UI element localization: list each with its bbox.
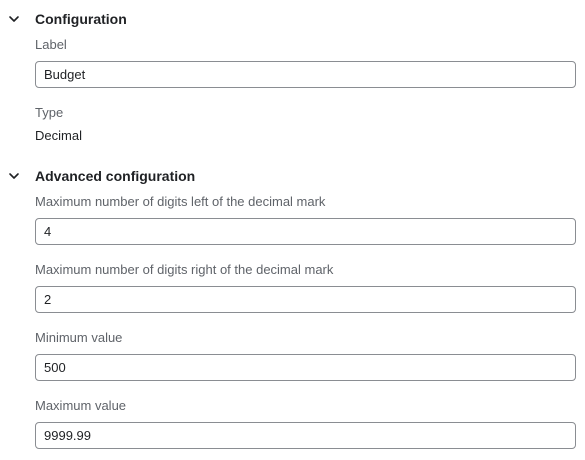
maximum-value-input[interactable] [35, 422, 576, 449]
type-field-label: Type [35, 105, 64, 120]
max-right-digits-label: Maximum number of digits right of the de… [35, 262, 334, 277]
max-left-digits-input[interactable] [35, 218, 576, 245]
chevron-down-icon[interactable] [7, 12, 21, 26]
type-value: Decimal [35, 128, 82, 143]
max-left-digits-label: Maximum number of digits left of the dec… [35, 194, 326, 209]
maximum-value-label: Maximum value [35, 398, 127, 413]
label-field-label: Label [35, 37, 67, 52]
label-input[interactable] [35, 61, 576, 88]
chevron-down-icon[interactable] [7, 169, 21, 183]
minimum-value-input[interactable] [35, 354, 576, 381]
minimum-value-label: Minimum value [35, 330, 123, 345]
max-right-digits-input[interactable] [35, 286, 576, 313]
configuration-section-header[interactable]: Configuration [0, 8, 200, 30]
advanced-configuration-section-header[interactable]: Advanced configuration [0, 165, 250, 187]
advanced-configuration-title: Advanced configuration [35, 168, 196, 184]
configuration-title: Configuration [35, 11, 127, 27]
